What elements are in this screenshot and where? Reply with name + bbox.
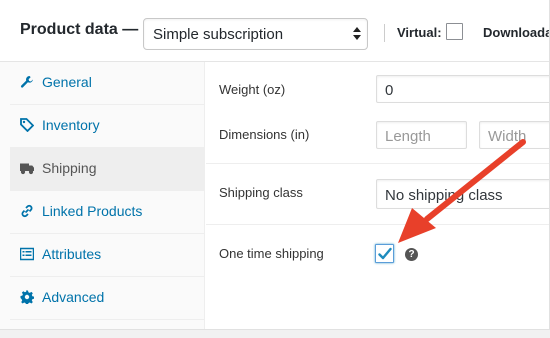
truck-icon xyxy=(20,161,34,175)
width-input[interactable]: Width xyxy=(479,121,549,149)
tab-general-label: General xyxy=(42,74,92,90)
tab-linked-products-label: Linked Products xyxy=(42,203,143,219)
tab-advanced-label: Advanced xyxy=(42,289,105,305)
help-icon[interactable]: ? xyxy=(405,248,418,261)
virtual-checkbox[interactable] xyxy=(446,23,463,40)
tab-general[interactable]: General xyxy=(10,62,205,105)
tab-linked-products[interactable]: Linked Products xyxy=(10,191,205,234)
tab-inventory-label: Inventory xyxy=(42,117,100,133)
section-divider xyxy=(206,224,549,225)
shipping-class-value: No shipping class xyxy=(385,187,503,204)
tab-shipping-label: Shipping xyxy=(42,160,97,176)
gear-icon xyxy=(20,290,34,304)
header-separator xyxy=(384,24,385,42)
checkmark-icon xyxy=(378,247,392,260)
one-time-shipping-checkbox[interactable] xyxy=(375,244,394,263)
shipping-class-label: Shipping class xyxy=(219,185,303,200)
shipping-options-panel: Weight (oz) 0 Dimensions (in) Length Wid… xyxy=(206,62,549,329)
product-type-value: Simple subscription xyxy=(153,26,284,43)
product-data-tabs: General Inventory Shipping Linked Produc… xyxy=(0,62,205,329)
tab-advanced[interactable]: Advanced xyxy=(10,277,205,320)
weight-input[interactable]: 0 xyxy=(376,75,549,103)
product-type-select[interactable]: Simple subscription xyxy=(143,18,368,50)
one-time-shipping-label: One time shipping xyxy=(219,246,324,261)
product-data-panel: Product data — Simple subscription Virtu… xyxy=(0,0,550,330)
product-data-title: Product data — xyxy=(20,21,139,38)
list-icon xyxy=(20,247,34,261)
virtual-label: Virtual: xyxy=(397,25,442,40)
tab-shipping[interactable]: Shipping xyxy=(10,148,205,191)
section-divider xyxy=(206,163,549,164)
tab-attributes-label: Attributes xyxy=(42,246,102,262)
weight-label: Weight (oz) xyxy=(219,82,286,97)
tab-inventory[interactable]: Inventory xyxy=(10,105,205,148)
link-icon xyxy=(20,204,34,218)
dimensions-label: Dimensions (in) xyxy=(219,127,310,142)
width-placeholder: Width xyxy=(488,128,527,145)
weight-value: 0 xyxy=(385,82,394,99)
length-placeholder: Length xyxy=(385,128,431,145)
select-arrows-icon xyxy=(353,26,361,42)
length-input[interactable]: Length xyxy=(376,121,467,149)
tag-icon xyxy=(20,118,34,132)
wrench-icon xyxy=(20,75,34,89)
product-data-header: Product data — Simple subscription Virtu… xyxy=(0,0,550,62)
shipping-class-select[interactable]: No shipping class xyxy=(376,179,549,209)
downloadable-label: Downloada xyxy=(483,25,550,40)
tab-attributes[interactable]: Attributes xyxy=(10,234,205,277)
